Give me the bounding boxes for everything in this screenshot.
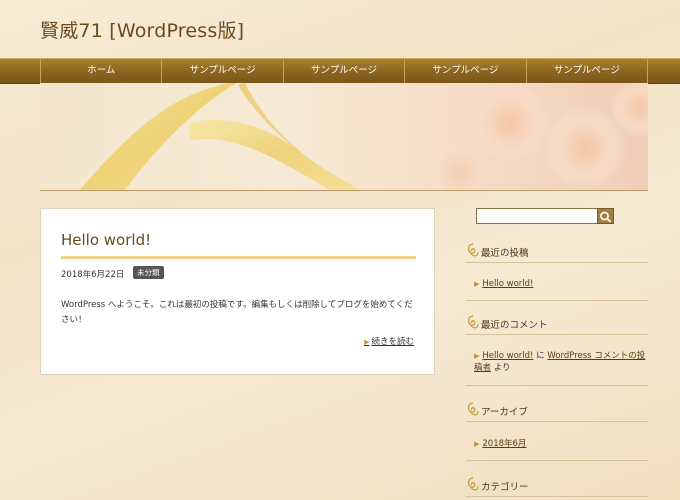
header-divider — [40, 190, 648, 191]
comment-suffix: より — [493, 363, 511, 373]
category-badge[interactable]: 未分類 — [133, 266, 164, 279]
header-image — [40, 83, 648, 190]
archive-link[interactable]: 2018年6月 — [482, 439, 526, 449]
recent-comment-item: ▶ Hello world! に WordPress コメントの投稿者 より — [474, 350, 646, 374]
widget-divider — [466, 300, 648, 301]
swirl-icon — [467, 315, 479, 329]
comment-post-link[interactable]: Hello world! — [482, 351, 533, 361]
search-icon — [600, 211, 612, 223]
search-input[interactable] — [476, 208, 598, 224]
widget-title-recent-comments: 最近のコメント — [466, 314, 648, 335]
nav-item-sample-1[interactable]: サンプルページ — [161, 59, 282, 83]
archive-item: ▶ 2018年6月 — [474, 438, 526, 450]
recent-post-item: ▶ Hello world! — [474, 278, 533, 290]
widget-title-archives: アーカイブ — [466, 401, 648, 422]
nav-item-home[interactable]: ホーム — [40, 59, 161, 83]
site-title[interactable]: 賢威71 [WordPress版] — [40, 16, 244, 43]
nav-item-sample-2[interactable]: サンプルページ — [282, 59, 404, 83]
post-excerpt: WordPress へようこそ。これは最初の投稿です。編集もしくは削除してブログ… — [61, 300, 413, 325]
triangle-right-icon: ▶ — [474, 440, 480, 448]
swirl-icon — [467, 402, 479, 416]
post-title[interactable]: Hello world! — [61, 231, 151, 249]
widget-divider — [466, 385, 648, 386]
triangle-right-icon: ▶ — [474, 352, 480, 360]
widget-title-categories: カテゴリー — [466, 476, 648, 497]
search-button[interactable] — [597, 208, 614, 224]
widget-title-text: 最近の投稿 — [481, 248, 529, 259]
swirl-icon — [467, 243, 479, 257]
title-underline — [61, 256, 416, 259]
widget-divider — [466, 460, 648, 461]
global-nav: ホーム サンプルページ サンプルページ サンプルページ サンプルページ — [0, 58, 680, 84]
widget-title-text: 最近のコメント — [481, 320, 548, 331]
comment-connector: に — [536, 351, 545, 361]
widget-title-recent-posts: 最近の投稿 — [466, 242, 648, 263]
triangle-right-icon: ▶ — [364, 338, 370, 346]
nav-item-sample-3[interactable]: サンプルページ — [404, 59, 525, 83]
search-form — [476, 208, 614, 224]
nav-item-sample-4[interactable]: サンプルページ — [525, 59, 649, 83]
recent-post-link[interactable]: Hello world! — [482, 279, 533, 289]
widget-title-text: アーカイブ — [481, 407, 528, 418]
post-card: Hello world! 2018年6月22日 未分類 WordPress へよ… — [40, 208, 435, 375]
widget-title-text: カテゴリー — [481, 482, 529, 493]
read-more-label: 続きを読む — [371, 337, 414, 347]
post-date: 2018年6月22日 — [61, 270, 125, 280]
ribbon-roses-illustration — [80, 83, 648, 190]
read-more-link[interactable]: ▶ 続きを読む — [364, 335, 414, 347]
swirl-icon — [467, 477, 479, 491]
triangle-right-icon: ▶ — [474, 280, 480, 288]
